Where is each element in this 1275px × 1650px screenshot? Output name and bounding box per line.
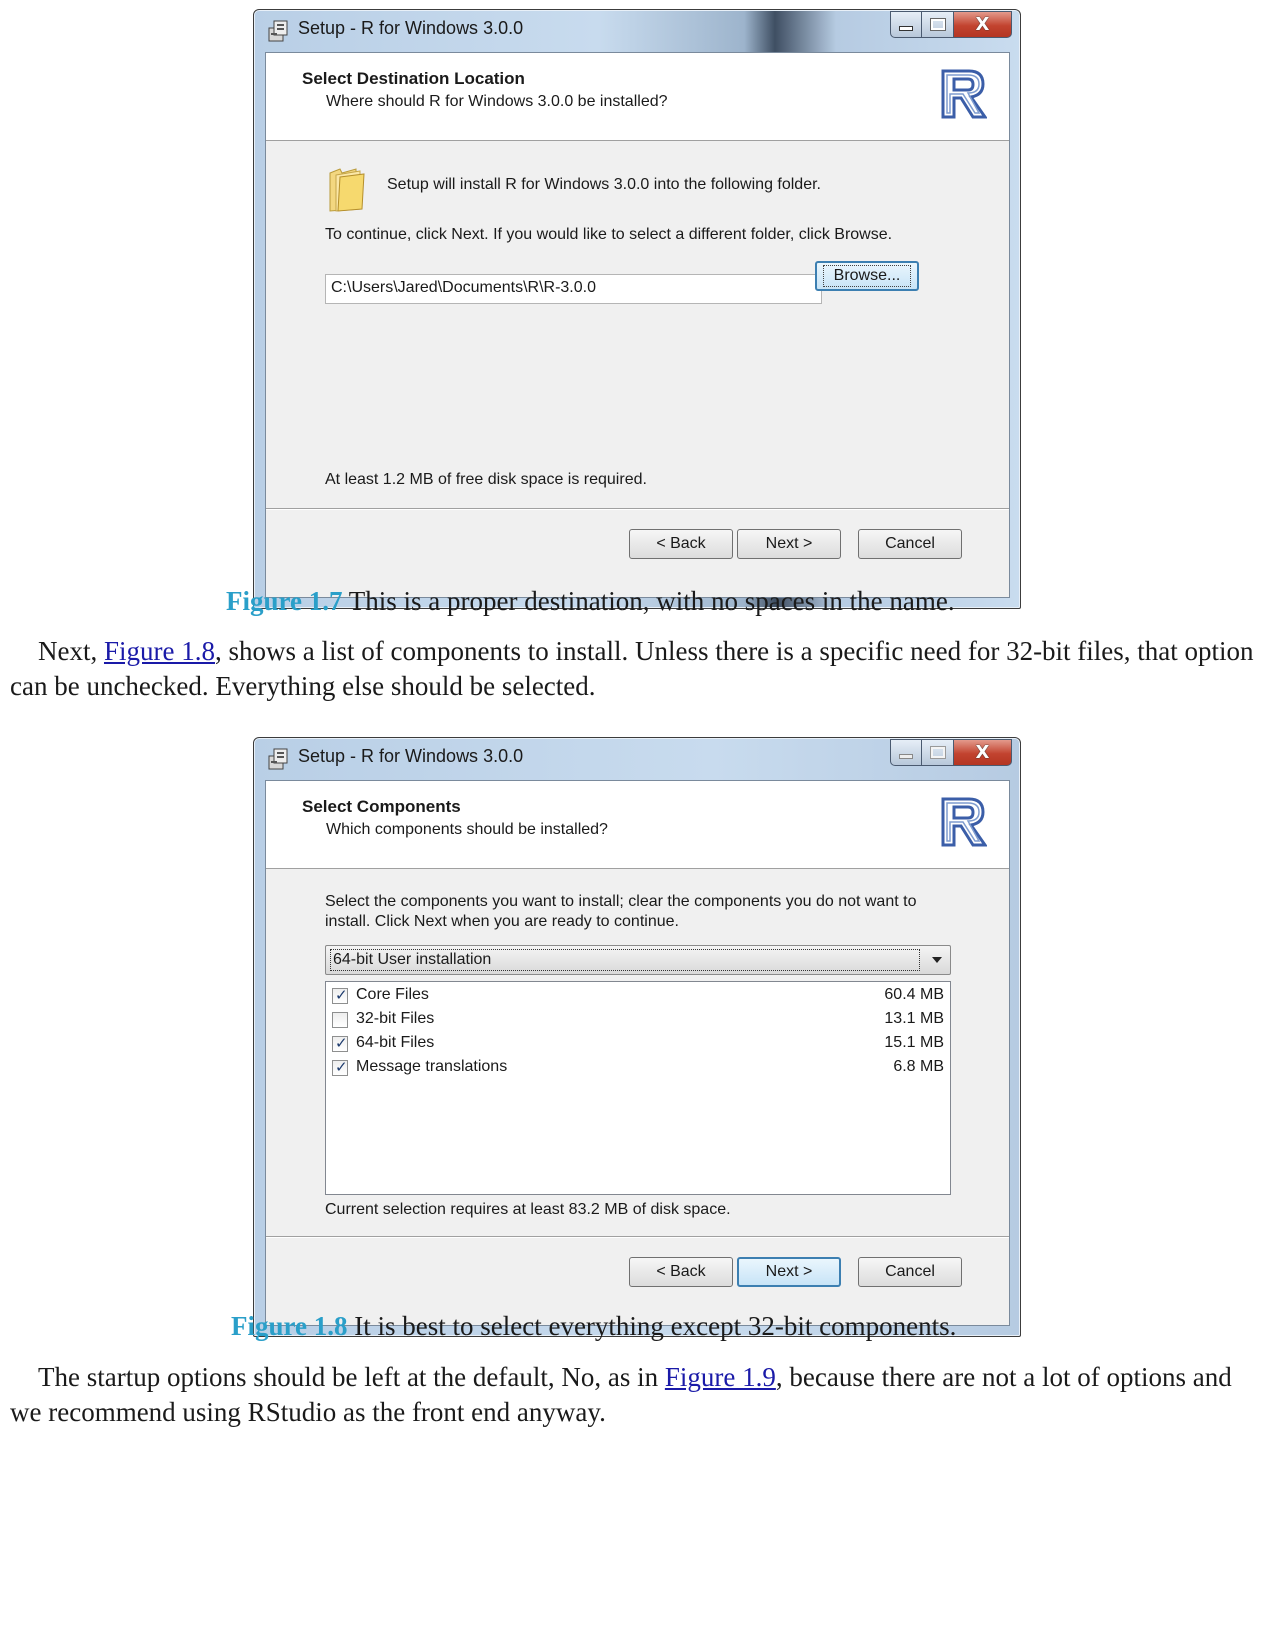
checkbox-unchecked[interactable] <box>332 1012 348 1028</box>
wizard-page-title: Select Components <box>302 797 461 816</box>
back-button[interactable]: < Back <box>629 1257 733 1287</box>
wizard-page-title: Select Destination Location <box>302 69 525 88</box>
maximize-button[interactable] <box>922 11 954 38</box>
close-button[interactable]: X <box>954 11 1012 38</box>
dialog-client-area: Select Components Which components shoul… <box>265 780 1010 1326</box>
minimize-button[interactable] <box>890 739 922 766</box>
figure-label: Figure 1.7 <box>226 586 343 616</box>
body-paragraph: The startup options should be left at th… <box>10 1360 1260 1430</box>
button-divider <box>266 508 1009 510</box>
components-list[interactable]: ✓ Core Files 60.4 MB 32-bit Files 13.1 M… <box>325 981 951 1195</box>
component-label: Core Files <box>356 986 429 1003</box>
component-size: 60.4 MB <box>884 986 944 1003</box>
install-folder-intro: Setup will install R for Windows 3.0.0 i… <box>387 176 821 193</box>
component-label: Message translations <box>356 1058 508 1075</box>
caption-text: This is a proper destination, with no sp… <box>342 586 955 616</box>
caption-text: It is best to select everything except 3… <box>347 1311 957 1341</box>
checkbox-checked[interactable]: ✓ <box>332 1058 348 1076</box>
browse-button-label: Browse... <box>822 265 912 287</box>
cancel-button[interactable]: Cancel <box>858 1257 962 1287</box>
wizard-page-subtitle: Which components should be installed? <box>326 821 608 838</box>
window-title: Setup - R for Windows 3.0.0 <box>298 18 524 38</box>
dialog-client-area: Select Destination Location Where should… <box>265 52 1010 598</box>
wizard-header: Select Destination Location Where should… <box>266 53 1009 141</box>
window-controls: X <box>890 11 1012 38</box>
next-button[interactable]: Next > <box>737 1257 841 1287</box>
install-type-value: 64-bit User installation <box>330 949 920 971</box>
minimize-icon <box>899 754 913 759</box>
next-button[interactable]: Next > <box>737 529 841 559</box>
dropdown-arrow-icon[interactable] <box>932 957 942 963</box>
destination-path-input[interactable]: C:\Users\Jared\Documents\R\R-3.0.0 <box>325 274 822 304</box>
paragraph-text: Next, <box>38 636 104 666</box>
component-size: 15.1 MB <box>884 1034 944 1051</box>
browse-button[interactable]: Browse... <box>815 261 919 291</box>
folder-icon <box>329 168 365 212</box>
setup-dialog-destination: Setup - R for Windows 3.0.0 X Select Des… <box>253 9 1021 609</box>
maximize-button[interactable] <box>922 739 954 766</box>
components-instruction-line2: install. Click Next when you are ready t… <box>325 913 679 930</box>
minimize-icon <box>899 26 913 31</box>
window-title: Setup - R for Windows 3.0.0 <box>298 746 524 766</box>
maximize-icon <box>929 18 946 31</box>
r-logo <box>941 797 987 847</box>
component-size: 6.8 MB <box>893 1058 944 1075</box>
install-instruction: To continue, click Next. If you would li… <box>325 226 893 243</box>
window-controls: X <box>890 739 1012 766</box>
body-paragraph: Next, Figure 1.8, shows a list of compon… <box>10 634 1260 704</box>
setup-app-icon <box>268 20 288 42</box>
components-instruction-line1: Select the components you want to instal… <box>325 893 917 910</box>
maximize-icon <box>929 746 946 759</box>
component-label: 64-bit Files <box>356 1034 435 1051</box>
figure-1-8-caption: Figure 1.8 It is best to select everythi… <box>231 1311 956 1342</box>
component-label: 32-bit Files <box>356 1010 435 1027</box>
setup-dialog-components: Setup - R for Windows 3.0.0 X Select Com… <box>253 737 1021 1337</box>
r-logo <box>941 69 987 119</box>
disk-space-note: At least 1.2 MB of free disk space is re… <box>325 471 647 488</box>
component-size: 13.1 MB <box>884 1010 944 1027</box>
checkbox-checked[interactable]: ✓ <box>332 1034 348 1052</box>
figure-label: Figure 1.8 <box>231 1311 348 1341</box>
checkbox-checked[interactable]: ✓ <box>332 986 348 1004</box>
back-button[interactable]: < Back <box>629 529 733 559</box>
component-item-core-files[interactable]: ✓ Core Files 60.4 MB <box>330 985 946 1007</box>
component-item-64bit-files[interactable]: ✓ 64-bit Files 15.1 MB <box>330 1033 946 1055</box>
component-item-message-translations[interactable]: ✓ Message translations 6.8 MB <box>330 1057 946 1079</box>
paragraph-text: The startup options should be left at th… <box>38 1362 665 1392</box>
close-icon: X <box>975 14 990 35</box>
figure-1-7-caption: Figure 1.7 This is a proper destination,… <box>226 586 955 617</box>
title-bar: Setup - R for Windows 3.0.0 X <box>254 738 1020 776</box>
close-button[interactable]: X <box>954 739 1012 766</box>
button-divider <box>266 1236 1009 1238</box>
selection-size-note: Current selection requires at least 83.2… <box>325 1201 731 1218</box>
cancel-button[interactable]: Cancel <box>858 529 962 559</box>
install-type-select[interactable]: 64-bit User installation <box>325 945 951 975</box>
figure-1-8-link[interactable]: Figure 1.8 <box>104 636 215 666</box>
component-item-32bit-files[interactable]: 32-bit Files 13.1 MB <box>330 1009 946 1031</box>
figure-1-9-link[interactable]: Figure 1.9 <box>665 1362 776 1392</box>
minimize-button[interactable] <box>890 11 922 38</box>
close-icon: X <box>975 742 990 763</box>
title-bar: Setup - R for Windows 3.0.0 X <box>254 10 1020 48</box>
wizard-header: Select Components Which components shoul… <box>266 781 1009 869</box>
setup-app-icon <box>268 748 288 770</box>
wizard-page-subtitle: Where should R for Windows 3.0.0 be inst… <box>326 93 668 110</box>
